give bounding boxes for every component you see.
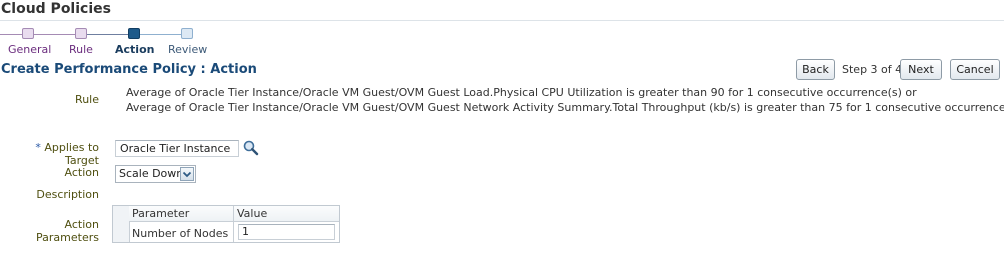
next-button[interactable]: Next [900, 59, 942, 80]
train-label-review[interactable]: Review [168, 43, 207, 56]
train-connector [0, 34, 22, 35]
action-select[interactable]: Scale Down [115, 165, 196, 183]
section-title: Create Performance Policy : Action [1, 62, 257, 77]
action-label: Action [64, 166, 99, 179]
chevron-down-icon[interactable] [180, 167, 194, 181]
train-connector [34, 34, 75, 35]
train-connector [140, 34, 181, 35]
column-separator [233, 206, 234, 242]
page-title: Cloud Policies [1, 1, 111, 17]
rule-label: Rule [75, 93, 99, 106]
train-stop-general[interactable] [22, 28, 34, 39]
target-input[interactable]: Oracle Tier Instance [115, 140, 239, 157]
train-label-rule[interactable]: Rule [69, 43, 93, 56]
param-name-cell: Number of Nodes [132, 227, 229, 240]
required-marker: * [35, 141, 41, 154]
step-indicator: Step 3 of 4 [842, 63, 903, 76]
table-row-header [113, 206, 130, 242]
cancel-button[interactable]: Cancel [950, 59, 1000, 80]
train-stop-rule[interactable] [75, 28, 87, 39]
back-button[interactable]: Back [796, 59, 835, 80]
search-icon[interactable] [242, 139, 260, 157]
column-header-parameter: Parameter [132, 207, 190, 220]
param-value-input[interactable]: 1 [238, 224, 335, 240]
train-label-general[interactable]: General [8, 43, 51, 56]
train-stop-action [128, 28, 140, 39]
action-params-label: Action Parameters [36, 218, 99, 244]
action-select-value: Scale Down [119, 167, 184, 180]
applies-to-text: Applies to Target [44, 141, 99, 167]
train-stop-review[interactable] [181, 28, 193, 39]
action-params-table: Parameter Value Number of Nodes 1 [112, 205, 340, 243]
train-label-action: Action [115, 43, 155, 56]
description-label: Description [36, 188, 99, 201]
rule-line-2: Average of Oracle Tier Instance/Oracle V… [126, 101, 1004, 114]
header-divider [0, 20, 1004, 21]
train-connector [87, 34, 128, 35]
applies-to-label: * Applies to Target [0, 141, 99, 167]
rule-line-1: Average of Oracle Tier Instance/Oracle V… [126, 86, 917, 99]
column-header-value: Value [237, 207, 268, 220]
